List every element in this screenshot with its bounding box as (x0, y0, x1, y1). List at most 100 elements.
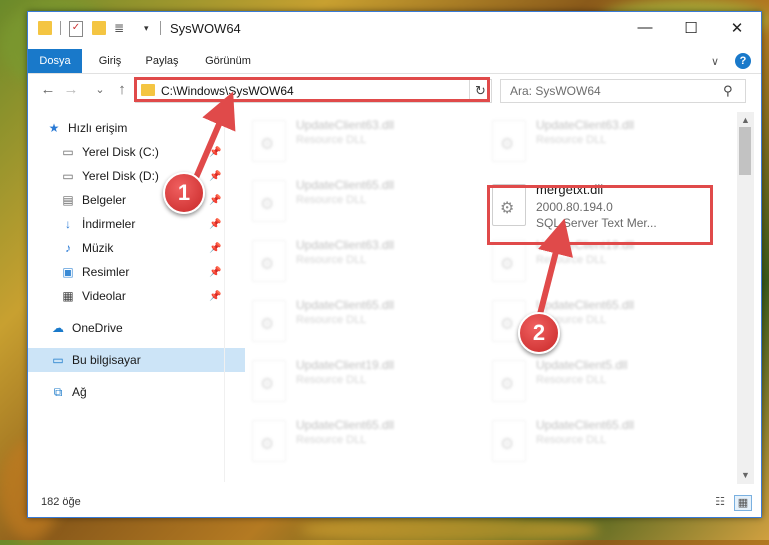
file-name: UpdateClient65.dll (296, 178, 395, 192)
maximize-button[interactable]: ☐ (668, 12, 714, 43)
sidebar-item-local-disk-c[interactable]: ▭ Yerel Disk (C:) 📌 (28, 140, 255, 164)
forward-button[interactable]: → (61, 78, 81, 102)
sidebar-item-downloads[interactable]: ↓ İndirmeler 📌 (28, 212, 255, 236)
file-name: UpdateClient65.dll (296, 298, 395, 312)
list-item[interactable]: UpdateClient65.dll Resource DLL (486, 414, 716, 466)
search-input[interactable]: Ara: SysWOW64 ⚲ (500, 79, 746, 103)
scroll-down-icon[interactable]: ▼ (737, 467, 754, 484)
customize-quick-access-icon[interactable]: ≣ (114, 21, 128, 35)
tab-share[interactable]: Paylaş (138, 49, 186, 73)
tab-view[interactable]: Görünüm (198, 49, 258, 73)
file-description: Resource DLL (536, 434, 607, 446)
sidebar-item-label: Videolar (82, 289, 126, 303)
large-icons-view-icon[interactable]: ▦ (734, 495, 752, 511)
list-item[interactable]: UpdateClient65.dll Resource DLL (246, 174, 476, 226)
new-folder-icon[interactable] (92, 21, 106, 35)
sidebar-item-onedrive[interactable]: ☁ OneDrive (28, 316, 245, 340)
minimize-button[interactable]: — (622, 12, 668, 43)
title-divider (160, 21, 161, 35)
sidebar-item-label: Resimler (82, 265, 130, 279)
dll-file-icon (492, 184, 526, 226)
pin-icon[interactable]: 📌 (209, 171, 221, 182)
list-item[interactable]: UpdateClient19.dll Resource DLL (246, 354, 476, 406)
sidebar-item-documents[interactable]: ▤ Belgeler 📌 (28, 188, 255, 212)
sidebar-item-local-disk-d[interactable]: ▭ Yerel Disk (D:) 📌 (28, 164, 255, 188)
help-icon[interactable]: ? (735, 53, 751, 69)
list-item[interactable]: UpdateClient65.dll Resource DLL (246, 414, 476, 466)
ribbon-collapse-icon[interactable]: ∨ (711, 55, 719, 68)
refresh-button[interactable]: ↻ (469, 79, 492, 103)
sidebar-item-label: Belgeler (82, 193, 127, 207)
file-name: UpdateClient65.dll (536, 418, 635, 432)
step-1-badge: 1 (163, 172, 205, 214)
address-bar[interactable]: C:\Windows\SysWOW64 ⌄ (135, 79, 491, 103)
file-description: Resource DLL (296, 254, 367, 266)
tab-file[interactable]: Dosya (28, 49, 82, 73)
sidebar-item-network[interactable]: ⧉ Ağ (28, 380, 245, 404)
drive-icon: ▭ (62, 145, 74, 159)
status-bar: 182 öğe ☷ ▦ (28, 490, 761, 517)
music-icon: ♪ (65, 241, 71, 255)
details-view-icon[interactable]: ☷ (712, 495, 728, 509)
recent-locations-button[interactable]: ⌄ (90, 78, 110, 102)
list-item-mergetxt[interactable]: mergetxt.dll 2000.80.194.0 SQL Server Te… (486, 178, 716, 230)
file-name: UpdateClient65.dll (536, 298, 635, 312)
sidebar-item-pictures[interactable]: ▣ Resimler 📌 (28, 260, 255, 284)
list-item[interactable]: UpdateClient63.dll Resource DLL (486, 114, 716, 166)
file-description: Resource DLL (536, 374, 607, 386)
file-description: Resource DLL (296, 434, 367, 446)
vertical-scrollbar[interactable]: ▲ ▼ (737, 112, 754, 484)
back-button[interactable]: ← (38, 78, 58, 102)
list-item[interactable]: UpdateClient63.dll Resource DLL (246, 234, 476, 286)
dll-file-icon (492, 240, 526, 282)
list-item[interactable]: UpdateClient65.dll Resource DLL (246, 294, 476, 346)
quick-access-dropdown-icon[interactable]: ▾ (144, 21, 154, 35)
pin-icon[interactable]: 📌 (209, 243, 221, 254)
address-path: C:\Windows\SysWOW64 (161, 84, 294, 98)
dll-file-icon (252, 240, 286, 282)
file-description: Resource DLL (536, 134, 607, 146)
list-item[interactable]: UpdateClient19.dll Resource DLL (486, 234, 716, 286)
file-description: Resource DLL (536, 254, 607, 266)
dll-file-icon (492, 420, 526, 462)
sidebar-item-quick-access[interactable]: ★ Hızlı erişim (28, 116, 241, 140)
file-description: SQL Server Text Mer... (536, 216, 657, 230)
dll-file-icon (492, 360, 526, 402)
sidebar-item-label: Ağ (72, 385, 87, 399)
pin-icon[interactable]: 📌 (209, 219, 221, 230)
tab-home[interactable]: Giriş (90, 49, 130, 73)
sidebar-item-music[interactable]: ♪ Müzik 📌 (28, 236, 255, 260)
sidebar-item-videos[interactable]: ▦ Videolar 📌 (28, 284, 255, 308)
title-bar: ✓ ≣ ▾ SysWOW64 — ☐ ✕ (28, 12, 761, 43)
properties-icon[interactable]: ✓ (69, 21, 83, 37)
folder-icon[interactable] (38, 21, 52, 35)
search-icon[interactable]: ⚲ (723, 83, 733, 99)
file-description: Resource DLL (296, 194, 367, 206)
list-item[interactable]: UpdateClient63.dll Resource DLL (246, 114, 476, 166)
file-description: Resource DLL (296, 134, 367, 146)
pin-icon[interactable]: 📌 (209, 291, 221, 302)
star-icon: ★ (48, 121, 60, 135)
documents-icon: ▤ (62, 193, 74, 207)
pin-icon[interactable]: 📌 (209, 195, 221, 206)
pictures-icon: ▣ (62, 265, 74, 279)
up-button[interactable]: ↑ (112, 78, 132, 102)
dll-file-icon (252, 120, 286, 162)
pin-icon[interactable]: 📌 (209, 267, 221, 278)
file-name: UpdateClient19.dll (536, 238, 635, 252)
pane-divider (224, 112, 225, 482)
dll-file-icon (252, 420, 286, 462)
explorer-window: ✓ ≣ ▾ SysWOW64 — ☐ ✕ Dosya Giriş Paylaş … (27, 11, 762, 518)
file-description: Resource DLL (296, 374, 367, 386)
file-version: 2000.80.194.0 (536, 200, 613, 214)
sidebar-item-this-pc[interactable]: ▭ Bu bilgisayar (28, 348, 245, 372)
toolbar-divider (60, 21, 61, 35)
sidebar-item-label: Müzik (82, 241, 114, 255)
ribbon-tabs: Dosya Giriş Paylaş Görünüm ∨ ? (28, 49, 761, 74)
list-item[interactable]: UpdateClient5.dll Resource DLL (486, 354, 716, 406)
scroll-thumb[interactable] (739, 127, 751, 175)
close-button[interactable]: ✕ (714, 12, 760, 43)
pin-icon[interactable]: 📌 (209, 147, 221, 158)
sidebar-item-label: Bu bilgisayar (72, 353, 141, 367)
folder-icon (141, 84, 155, 96)
